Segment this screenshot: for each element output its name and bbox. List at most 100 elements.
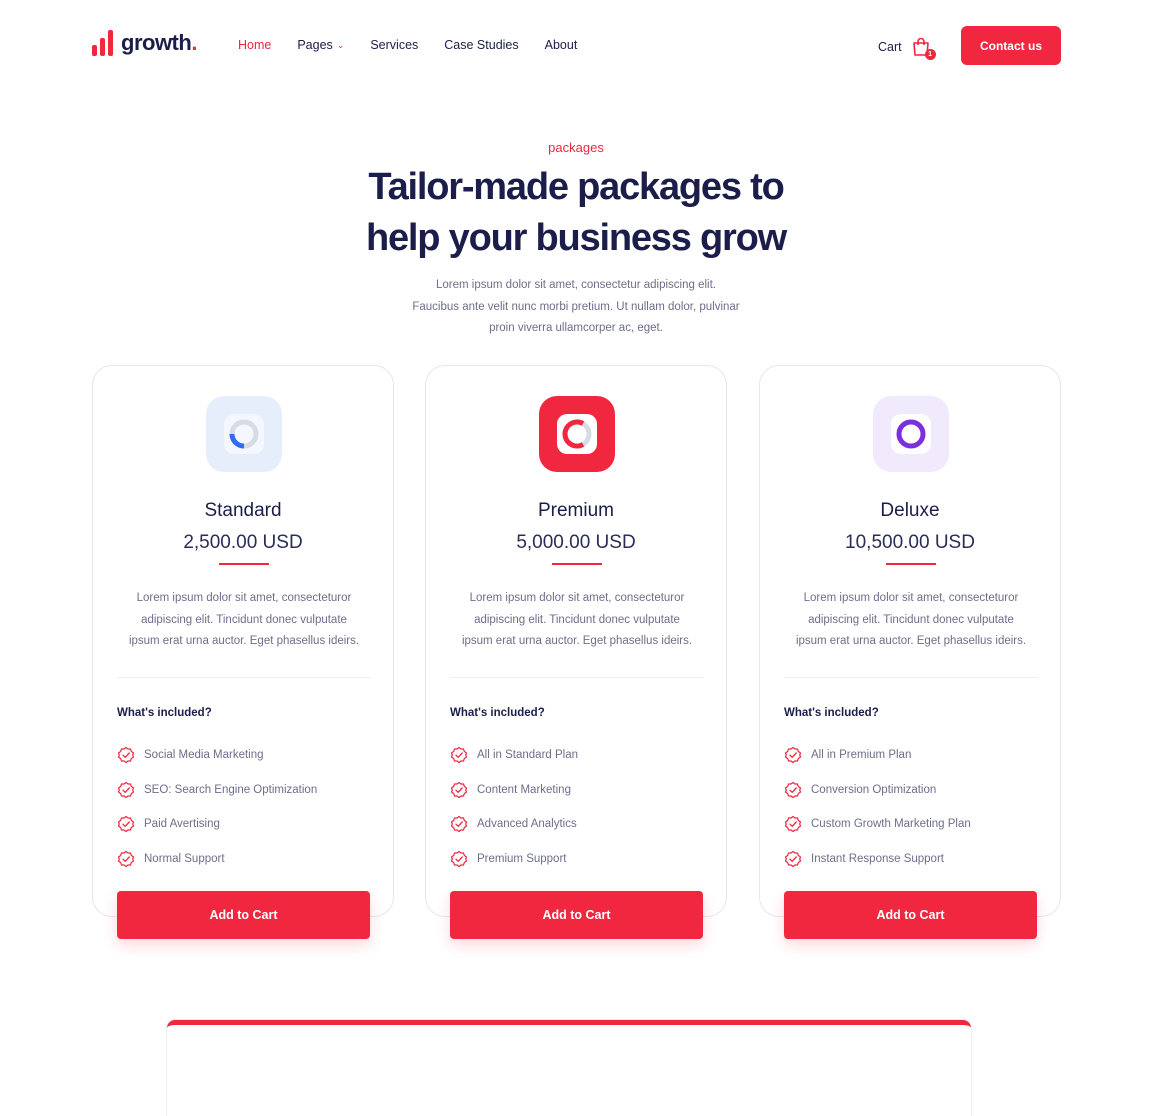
card-divider [450, 677, 704, 678]
nav-item-case-studies[interactable]: Case Studies [444, 38, 518, 52]
feature-list: All in Standard Plan Content Marketing A… [450, 738, 578, 876]
brand-name: growth [121, 30, 192, 55]
plan-name: Deluxe [880, 500, 940, 521]
top-navigation: growth. Home Pages ⌄ Services Case Studie… [0, 0, 1152, 92]
feature-item: Instant Response Support [784, 842, 971, 877]
plan-name: Premium [537, 500, 614, 521]
brand-dot: . [191, 30, 197, 55]
nav-item-services[interactable]: Services [370, 38, 418, 52]
feature-label: All in Premium Plan [811, 749, 912, 762]
feature-list: All in Premium Plan Conversion Optimizat… [784, 738, 971, 876]
subtitle-line-2: Faucibus ante velit nunc morbi pretium. … [412, 300, 740, 313]
contact-us-button[interactable]: Contact us [961, 26, 1061, 65]
plan-description-line: adipiscing elit. Tincidunt donec vulputa… [808, 613, 1014, 626]
chevron-down-icon: ⌄ [336, 39, 345, 50]
check-badge-icon [784, 781, 802, 798]
check-badge-icon [450, 747, 468, 764]
check-badge-icon [784, 816, 802, 833]
feature-label: Custom Growth Marketing Plan [811, 818, 971, 831]
pricing-card-premium: Premium 5,000.00 USD Lorem ipsum dolor s… [425, 365, 727, 939]
plan-description-line: Lorem ipsum dolor sit amet, consecteturo… [803, 592, 1019, 604]
standard-plan-icon [206, 396, 282, 472]
page-title-line-2: help your business grow [365, 217, 787, 259]
check-badge-icon [784, 850, 802, 867]
cart-label: Cart [878, 40, 902, 54]
feature-item: Custom Growth Marketing Plan [784, 807, 971, 842]
feature-item: Content Marketing [450, 773, 578, 808]
nav-item-pages-label: Pages [297, 38, 333, 52]
plan-description-line: ipsum erat urna auctor. Eget phasellus i… [461, 635, 693, 647]
plan-description: Lorem ipsum dolor sit amet, consecteturo… [446, 588, 708, 653]
section-eyebrow: packages [548, 140, 604, 155]
feature-label: Premium Support [477, 852, 567, 865]
plan-description: Lorem ipsum dolor sit amet, consecteturo… [780, 588, 1042, 653]
feature-label: Content Marketing [477, 783, 571, 796]
feature-item: Social Media Marketing [117, 738, 317, 773]
shopping-bag-icon: 1 [910, 36, 936, 60]
card-divider [117, 677, 371, 678]
plan-description-line: ipsum erat urna auctor. Eget phasellus i… [128, 635, 360, 647]
feature-label: Normal Support [144, 852, 225, 865]
logo-bars-icon [92, 30, 113, 56]
feature-item: Paid Avertising [117, 807, 317, 842]
card-divider [784, 677, 1038, 678]
plan-description-line: ipsum erat urna auctor. Eget phasellus i… [795, 635, 1027, 647]
plan-price: 2,500.00 USD [183, 532, 303, 553]
plan-price: 10,500.00 USD [845, 532, 975, 553]
plan-description: Lorem ipsum dolor sit amet, consecteturo… [113, 588, 375, 653]
check-badge-icon [784, 747, 802, 764]
add-to-cart-button[interactable]: Add to Cart [117, 891, 370, 939]
deluxe-plan-icon [873, 396, 949, 472]
next-section-card [167, 1020, 971, 1116]
nav-item-pages[interactable]: Pages ⌄ [297, 38, 344, 52]
plan-description-line: adipiscing elit. Tincidunt donec vulputa… [474, 613, 680, 626]
check-badge-icon [450, 781, 468, 798]
add-to-cart-button[interactable]: Add to Cart [450, 891, 703, 939]
feature-label: Instant Response Support [811, 852, 944, 865]
section-subtitle: Lorem ipsum dolor sit amet, consectetur … [380, 275, 772, 340]
plan-description-line: adipiscing elit. Tincidunt donec vulputa… [141, 613, 347, 626]
feature-item: Premium Support [450, 842, 578, 877]
feature-label: Social Media Marketing [144, 749, 264, 762]
price-underline [219, 563, 269, 565]
nav-item-about[interactable]: About [545, 38, 578, 52]
subtitle-line-3: proin viverra ullamcorper ac, eget. [489, 322, 663, 334]
cart-link[interactable]: Cart 1 [878, 36, 936, 60]
plan-name: Standard [204, 500, 282, 521]
plan-description-line: Lorem ipsum dolor sit amet, consecteturo… [136, 592, 352, 604]
check-badge-icon [450, 816, 468, 833]
feature-label: Conversion Optimization [811, 783, 937, 796]
feature-item: Advanced Analytics [450, 807, 578, 842]
included-heading: What's included? [784, 707, 879, 719]
included-heading: What's included? [117, 707, 212, 719]
feature-label: Paid Avertising [144, 818, 220, 831]
feature-item: Conversion Optimization [784, 773, 971, 808]
plan-description-line: Lorem ipsum dolor sit amet, consecteturo… [469, 592, 685, 604]
add-to-cart-button[interactable]: Add to Cart [784, 891, 1037, 939]
plan-price: 5,000.00 USD [516, 532, 636, 553]
check-badge-icon [117, 850, 135, 867]
feature-list: Social Media Marketing SEO: Search Engin… [117, 738, 317, 876]
price-underline [552, 563, 602, 565]
feature-item: All in Premium Plan [784, 738, 971, 773]
pricing-card-standard: Standard 2,500.00 USD Lorem ipsum dolor … [92, 365, 394, 939]
feature-item: All in Standard Plan [450, 738, 578, 773]
included-heading: What's included? [450, 707, 545, 719]
feature-item: Normal Support [117, 842, 317, 877]
check-badge-icon [117, 816, 135, 833]
page-title-line-1: Tailor-made packages to [368, 166, 784, 208]
feature-label: All in Standard Plan [477, 749, 579, 762]
brand-logo[interactable]: growth. [92, 30, 197, 56]
main-menu: Home Pages ⌄ Services Case Studies About [238, 38, 577, 52]
feature-label: Advanced Analytics [477, 818, 577, 831]
check-badge-icon [450, 850, 468, 867]
cart-count-badge: 1 [924, 49, 936, 60]
subtitle-line-1: Lorem ipsum dolor sit amet, consectetur … [436, 279, 716, 291]
check-badge-icon [117, 781, 135, 798]
feature-label: SEO: Search Engine Optimization [144, 783, 318, 796]
price-underline [886, 563, 936, 565]
nav-item-home[interactable]: Home [238, 38, 271, 52]
premium-plan-icon [539, 396, 615, 472]
pricing-card-deluxe: Deluxe 10,500.00 USD Lorem ipsum dolor s… [759, 365, 1061, 939]
page-title: Tailor-made packages to help your busine… [276, 162, 876, 264]
